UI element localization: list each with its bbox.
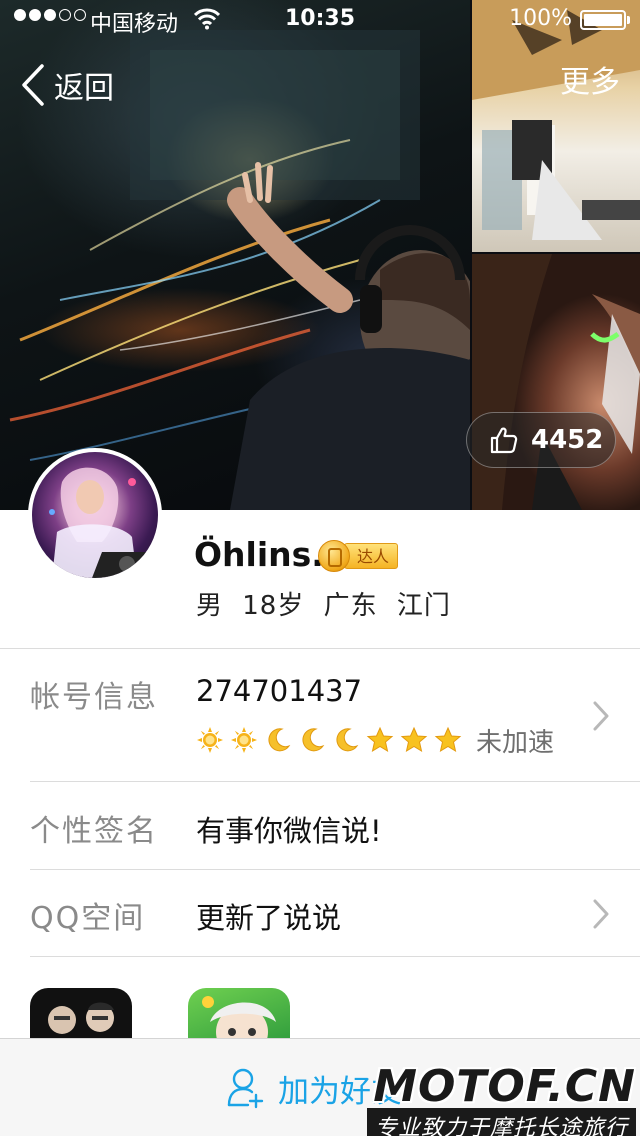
chevron-right-icon[interactable] (592, 700, 610, 732)
back-label: 返回 (54, 71, 114, 106)
status-bar: 中国移动 10:35 100% (0, 0, 640, 40)
signature-value: 有事你微信说! (196, 814, 382, 848)
divider (30, 956, 640, 957)
like-count: 4452 (531, 425, 604, 455)
qq-level-icons[interactable]: 未加速 (196, 724, 555, 758)
divider (30, 869, 640, 870)
medal-icon (318, 540, 350, 572)
chevron-left-icon (22, 64, 44, 106)
watermark: MOTOF.CN 专业致力于摩托长途旅行 (366, 1061, 636, 1136)
signature-label: 个性签名 (30, 814, 158, 849)
thumbs-up-icon (490, 427, 518, 454)
sun-icon (231, 727, 257, 753)
chevron-right-icon[interactable] (592, 898, 610, 930)
speed-status: 未加速 (476, 727, 555, 758)
star-icon (400, 726, 428, 753)
expert-badge-label: 达人 (344, 543, 399, 569)
profile-name: Öhlins. (194, 535, 324, 574)
moon-icon (302, 728, 325, 752)
party-image (472, 254, 640, 510)
qzone-value[interactable]: 更新了说说 (196, 895, 341, 937)
divider (0, 648, 640, 649)
star-icon (366, 726, 394, 753)
account-info-label: 帐号信息 (30, 680, 158, 715)
battery-percentage: 100% (509, 6, 572, 31)
like-button[interactable]: 4452 (466, 412, 616, 468)
star-icon (434, 726, 462, 753)
cover-photo-party[interactable] (472, 254, 640, 510)
avatar-image (49, 467, 158, 578)
sun-icon (197, 727, 223, 753)
moon-icon (336, 728, 359, 752)
add-user-icon (227, 1068, 264, 1109)
moon-icon (268, 728, 291, 752)
watermark-logo: MOTOF.CN (373, 1061, 636, 1112)
qq-number: 274701437 (196, 674, 363, 708)
expert-badge[interactable]: 达人 (318, 540, 399, 572)
profile-info: 男 18岁 广东 江门 (196, 591, 451, 621)
divider (30, 781, 640, 782)
more-button[interactable]: 更多 (560, 60, 620, 106)
watermark-slogan: 专业致力于摩托长途旅行 (366, 1108, 636, 1136)
back-button[interactable]: 返回 (18, 60, 114, 110)
qzone-label: QQ空间 (30, 901, 146, 936)
avatar[interactable] (28, 448, 162, 582)
battery-icon (580, 10, 630, 30)
